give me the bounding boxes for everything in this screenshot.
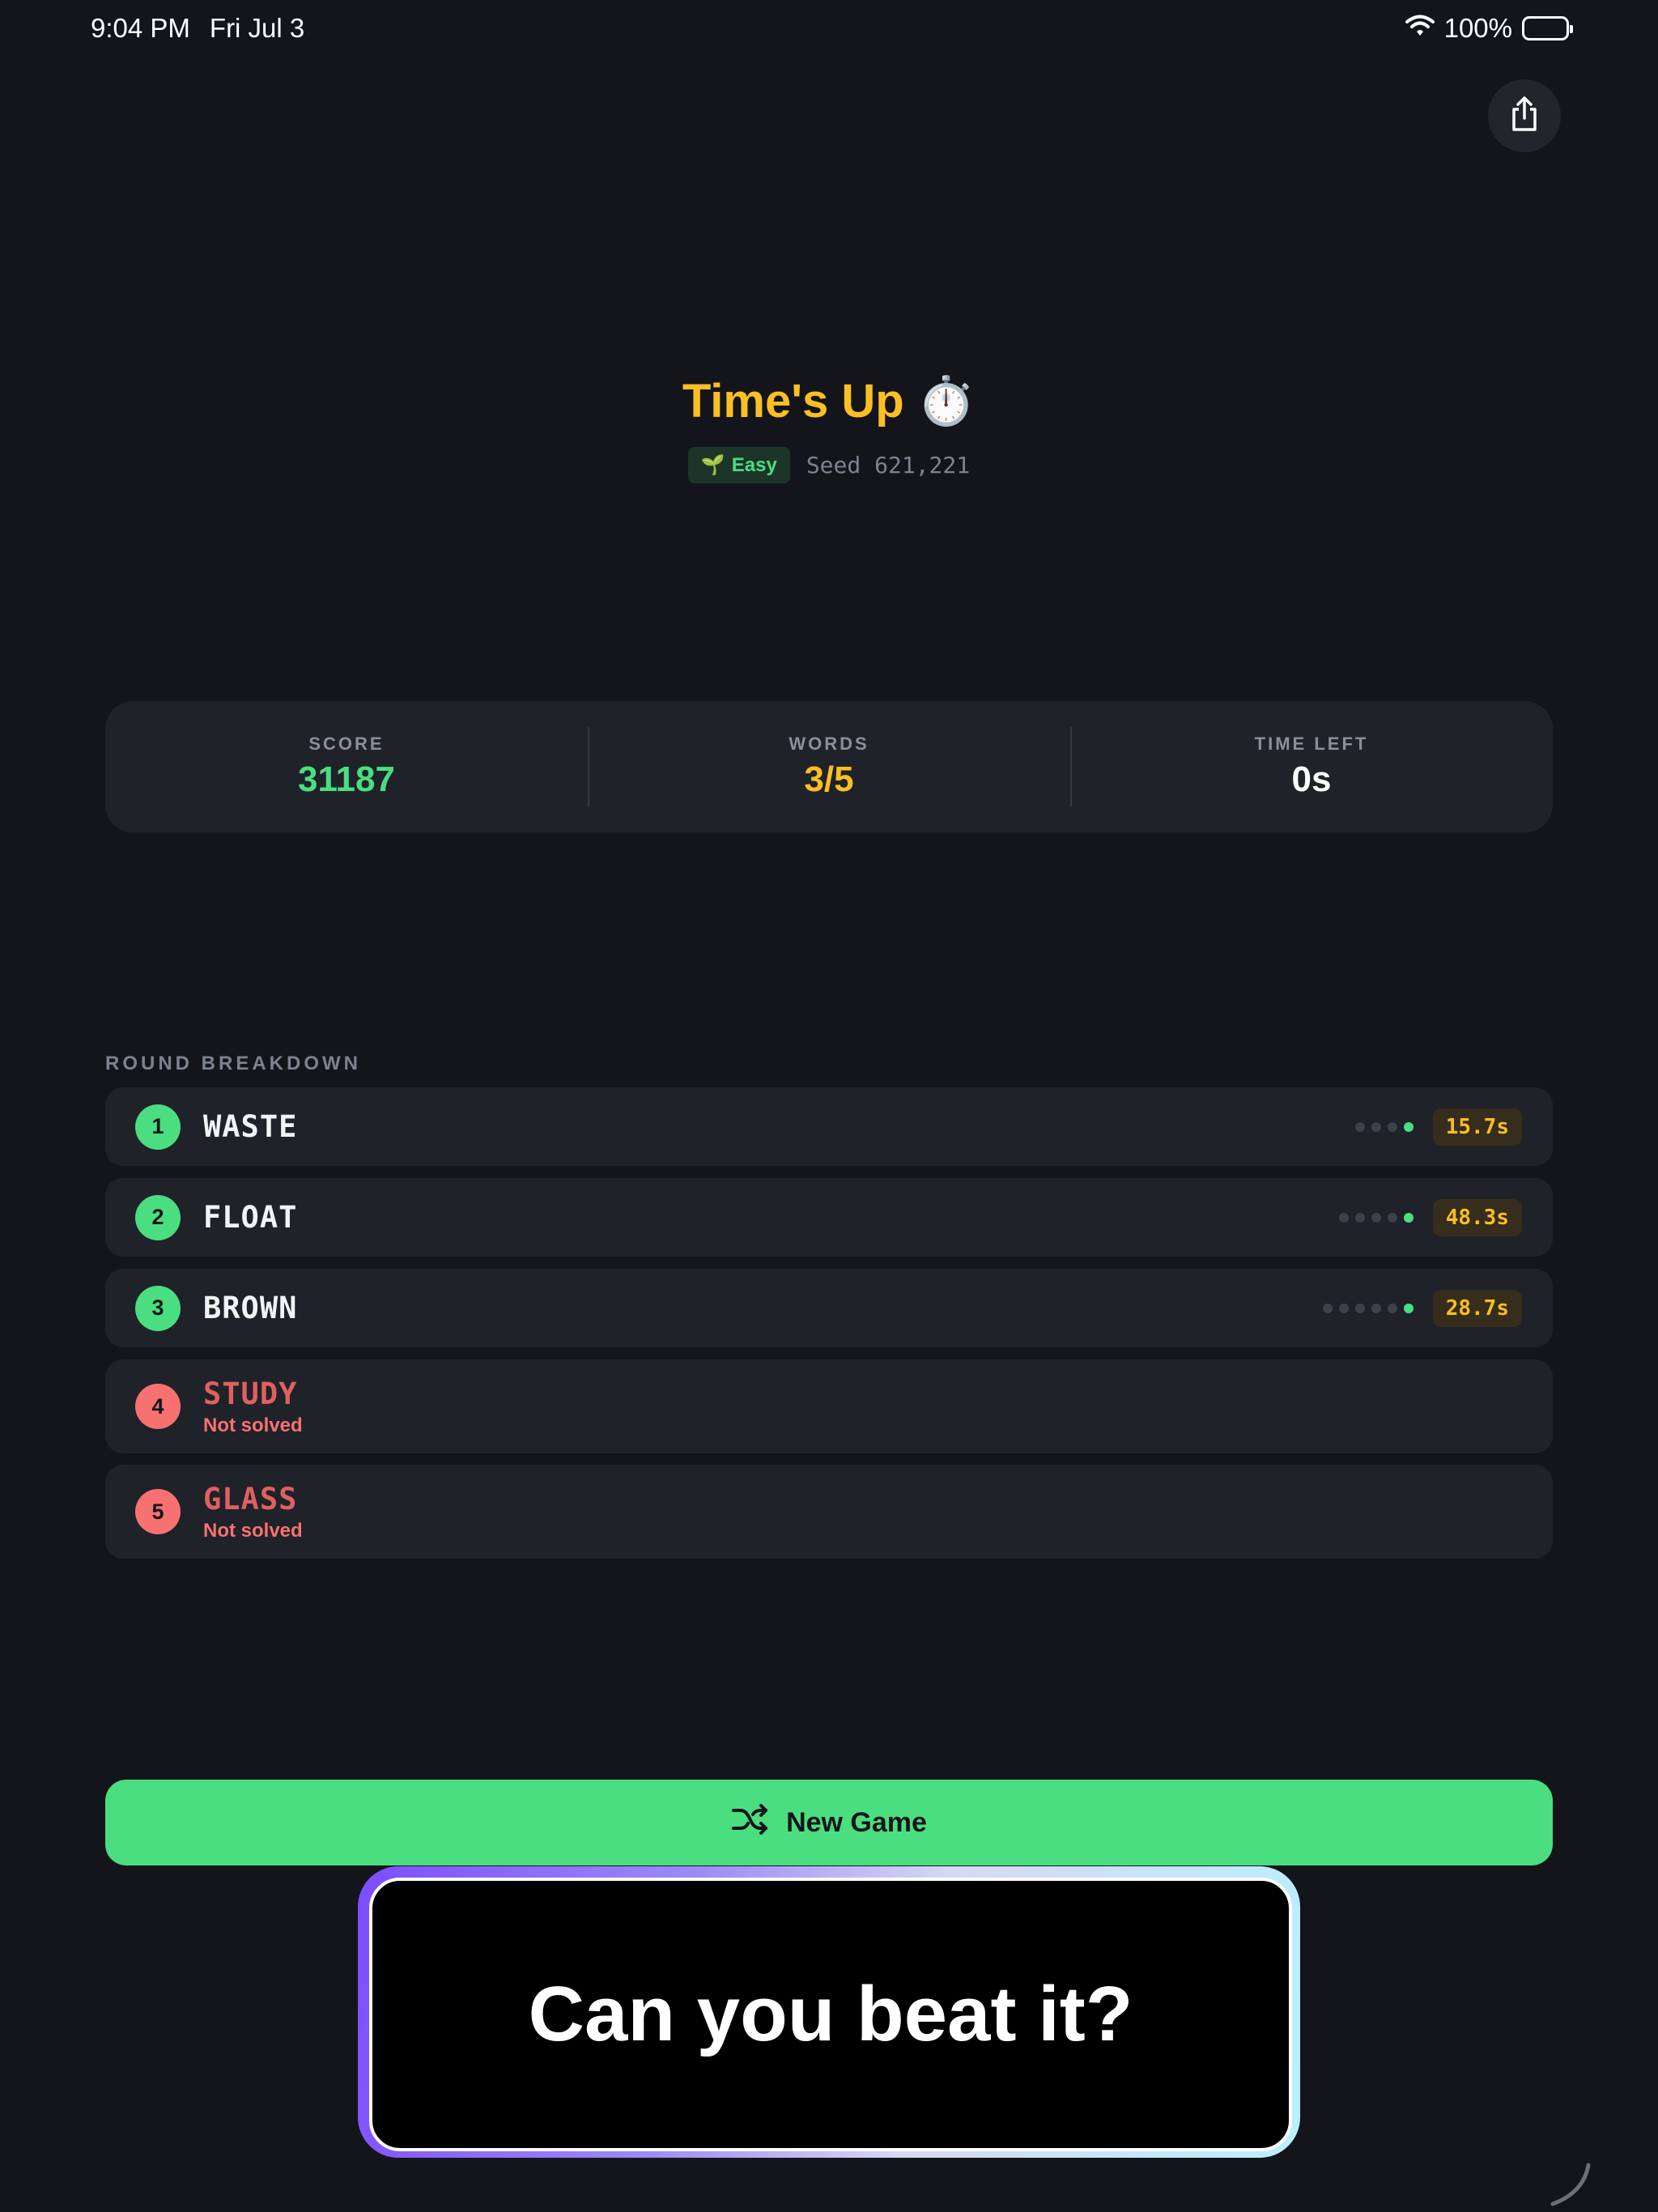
battery-icon xyxy=(1522,16,1573,40)
status-time: 9:04 PM Fri Jul 3 xyxy=(91,13,304,44)
attempt-dot xyxy=(1322,1303,1333,1313)
round-number: 3 xyxy=(135,1285,181,1331)
round-word: GLASS xyxy=(203,1481,298,1516)
round-status: Not solved xyxy=(203,1414,303,1436)
shuffle-icon xyxy=(731,1803,768,1842)
attempt-dot xyxy=(1354,1121,1365,1132)
round-list: 1 WASTE 15.7s 2 FLOAT 48.3s 3 BROWN 28.7… xyxy=(105,1087,1553,1570)
attempt-dot xyxy=(1403,1121,1414,1132)
stat-value: 3/5 xyxy=(804,759,854,799)
stat-time-left: TIME LEFT 0s xyxy=(1070,701,1553,832)
attempt-dot xyxy=(1387,1212,1397,1223)
round-text: GLASS Not solved xyxy=(203,1482,303,1542)
subtitle-row: 🌱 Easy Seed 621,221 xyxy=(0,447,1658,483)
stat-score: SCORE 31187 xyxy=(105,701,588,832)
battery-percent: 100% xyxy=(1443,13,1512,43)
time-badge: 48.3s xyxy=(1432,1198,1522,1236)
promo-inner: Can you beat it? xyxy=(369,1878,1292,2151)
seed-label: Seed 621,221 xyxy=(806,452,971,479)
new-game-button[interactable]: New Game xyxy=(105,1780,1553,1865)
result-title: Time's Up ⏱️ xyxy=(682,375,976,428)
round-number: 5 xyxy=(135,1489,181,1534)
attempt-dot xyxy=(1387,1303,1397,1313)
round-row: 5 GLASS Not solved xyxy=(105,1465,1553,1559)
corner-arc-icon xyxy=(1546,2162,1592,2207)
stat-value: 31187 xyxy=(298,759,395,799)
attempt-dot xyxy=(1403,1212,1414,1223)
round-status: Not solved xyxy=(203,1519,303,1542)
promo-text: Can you beat it? xyxy=(528,1971,1133,2057)
wifi-icon xyxy=(1405,13,1435,44)
round-number: 2 xyxy=(135,1194,181,1240)
round-text: FLOAT xyxy=(203,1200,297,1235)
round-right: 48.3s xyxy=(1338,1198,1522,1236)
stats-card: SCORE 31187 WORDS 3/5 TIME LEFT 0s xyxy=(105,701,1553,832)
stat-words: WORDS 3/5 xyxy=(588,701,1070,832)
stat-value: 0s xyxy=(1291,759,1332,799)
status-clock: 9:04 PM xyxy=(91,13,190,43)
attempt-dot xyxy=(1371,1121,1381,1132)
attempt-dot xyxy=(1387,1121,1397,1132)
round-word: WASTE xyxy=(203,1109,298,1144)
attempt-dot xyxy=(1403,1303,1414,1313)
round-text: BROWN xyxy=(203,1291,297,1325)
round-row: 2 FLOAT 48.3s xyxy=(105,1178,1553,1257)
stat-label: TIME LEFT xyxy=(1254,734,1369,754)
attempt-dot xyxy=(1354,1303,1365,1313)
share-button[interactable] xyxy=(1488,79,1561,152)
new-game-label: New Game xyxy=(786,1806,927,1838)
attempt-dots xyxy=(1354,1121,1414,1132)
time-badge: 15.7s xyxy=(1432,1108,1522,1146)
promo-banner: Can you beat it? xyxy=(358,1866,1300,2158)
attempt-dot xyxy=(1338,1212,1349,1223)
difficulty-label: Easy xyxy=(731,453,777,476)
difficulty-badge: 🌱 Easy xyxy=(687,447,790,483)
round-word: STUDY xyxy=(203,1376,298,1411)
section-label-round-breakdown: ROUND BREAKDOWN xyxy=(105,1053,361,1074)
round-number: 4 xyxy=(135,1384,181,1429)
share-icon xyxy=(1508,96,1541,137)
round-word: FLOAT xyxy=(203,1200,298,1235)
round-row: 4 STUDY Not solved xyxy=(105,1359,1553,1453)
round-right: 28.7s xyxy=(1322,1289,1522,1327)
round-right: 15.7s xyxy=(1354,1108,1522,1146)
attempt-dot xyxy=(1371,1303,1381,1313)
status-date: Fri Jul 3 xyxy=(209,13,305,43)
time-badge: 28.7s xyxy=(1432,1289,1522,1327)
round-row: 1 WASTE 15.7s xyxy=(105,1087,1553,1166)
round-number: 1 xyxy=(135,1104,181,1150)
attempt-dots xyxy=(1338,1212,1414,1223)
status-right: 100% xyxy=(1405,11,1573,45)
stat-label: SCORE xyxy=(308,734,385,754)
status-bar: 9:04 PM Fri Jul 3 100% xyxy=(0,0,1658,60)
round-row: 3 BROWN 28.7s xyxy=(105,1269,1553,1347)
attempt-dot xyxy=(1338,1303,1349,1313)
attempt-dots xyxy=(1322,1303,1414,1313)
attempt-dot xyxy=(1371,1212,1381,1223)
round-text: STUDY Not solved xyxy=(203,1376,303,1437)
sprout-icon: 🌱 xyxy=(700,454,725,476)
round-text: WASTE xyxy=(203,1109,297,1144)
stat-label: WORDS xyxy=(789,734,869,754)
round-word: BROWN xyxy=(203,1291,298,1325)
attempt-dot xyxy=(1354,1212,1365,1223)
